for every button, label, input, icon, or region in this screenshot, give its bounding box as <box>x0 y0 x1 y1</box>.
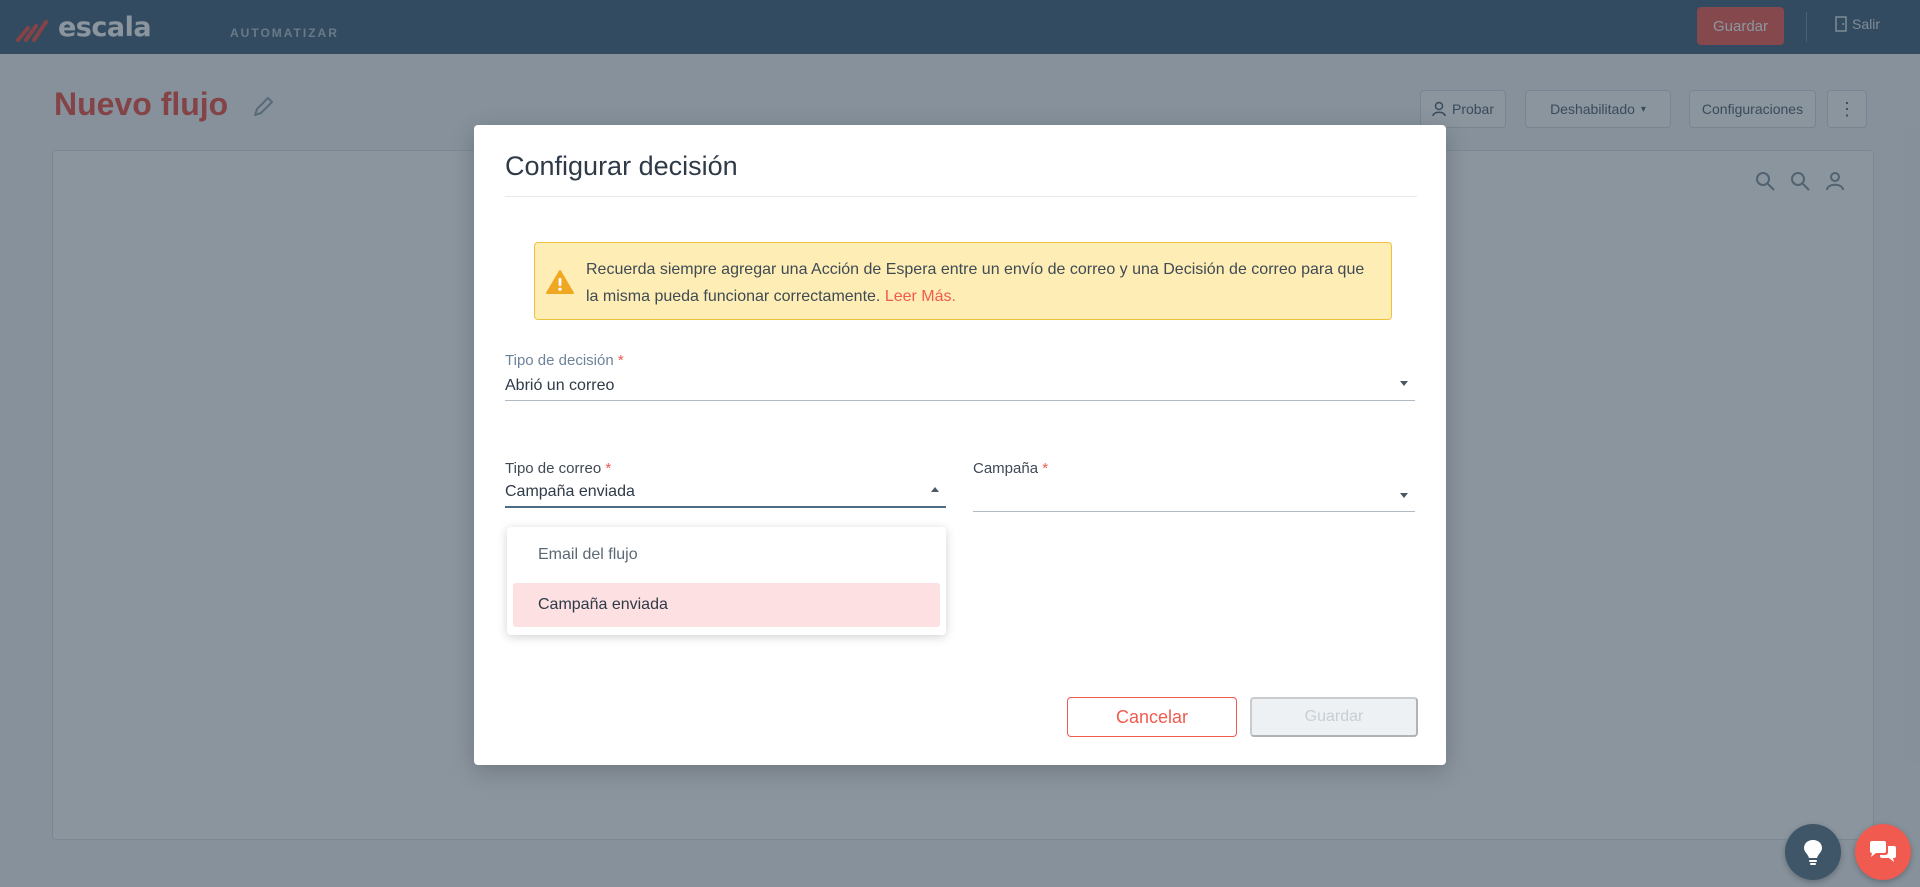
email-type-value: Campaña enviada <box>505 483 635 500</box>
configure-decision-dialog: Configurar decisión Recuerda siempre agr… <box>474 125 1446 765</box>
dialog-title: Configurar decisión <box>505 151 738 181</box>
read-more-link[interactable]: Leer Más. <box>885 288 956 305</box>
cancel-button[interactable]: Cancelar <box>1067 697 1237 737</box>
decision-type-label-text: Tipo de decisión <box>505 352 614 369</box>
warning-alert: Recuerda siempre agregar una Acción de E… <box>534 242 1392 320</box>
lightbulb-icon <box>1804 840 1822 865</box>
warning-text: Recuerda siempre agregar una Acción de E… <box>586 261 1365 305</box>
tips-button[interactable] <box>1785 824 1841 880</box>
decision-type-underline <box>505 400 1415 401</box>
warning-message: Recuerda siempre agregar una Acción de E… <box>586 256 1381 310</box>
required-mark: * <box>605 460 612 477</box>
email-type-label-text: Tipo de correo <box>505 460 602 477</box>
campaign-label: Campaña * <box>973 460 1048 477</box>
email-type-dropdown-menu: Email del flujo Campaña enviada <box>507 527 946 635</box>
option-campana-enviada[interactable]: Campaña enviada <box>513 583 940 627</box>
chevron-up-icon <box>931 487 939 492</box>
chat-bubbles-icon <box>1870 841 1896 862</box>
save-button[interactable]: Guardar <box>1250 697 1418 737</box>
chat-button[interactable] <box>1855 824 1911 880</box>
email-type-underline <box>505 506 946 508</box>
chevron-down-icon <box>1400 493 1408 498</box>
email-type-label: Tipo de correo * <box>505 460 611 477</box>
chevron-down-icon <box>1400 381 1408 386</box>
warning-icon <box>546 270 574 294</box>
required-mark: * <box>617 352 624 369</box>
decision-type-label: Tipo de decisión * <box>505 352 624 369</box>
decision-type-value: Abrió un correo <box>505 377 615 394</box>
campaign-select[interactable] <box>973 481 1415 509</box>
option-email-del-flujo[interactable]: Email del flujo <box>513 533 940 577</box>
required-mark: * <box>1042 460 1049 477</box>
campaign-label-text: Campaña <box>973 460 1039 477</box>
title-divider <box>505 196 1417 197</box>
decision-type-select[interactable] <box>505 373 1415 401</box>
campaign-underline <box>973 511 1415 512</box>
